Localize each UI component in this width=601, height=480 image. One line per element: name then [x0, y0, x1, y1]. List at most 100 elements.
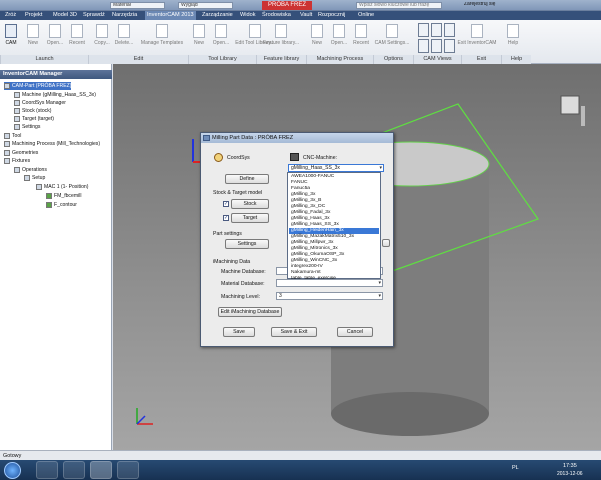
machine-option[interactable]: gMilling_3x: [289, 192, 379, 198]
clock-date[interactable]: 2013-12-06: [557, 471, 583, 477]
view-icon[interactable]: [444, 39, 455, 53]
tree-item-fm-facemill[interactable]: FM_fbcemill: [46, 192, 81, 200]
menu-zarzadzanie[interactable]: Zarządzanie: [202, 11, 233, 20]
tree-item-fixtures[interactable]: Fixtures: [4, 157, 30, 165]
view-icon[interactable]: [444, 23, 455, 37]
tree-item-setup[interactable]: Setup: [24, 174, 45, 182]
mp-open-button[interactable]: Open...: [328, 24, 350, 46]
nav-bar[interactable]: [581, 106, 585, 126]
taskbar-browser-icon[interactable]: [117, 461, 139, 479]
tree-item-operations[interactable]: Operations: [14, 166, 47, 174]
machine-db-label: Machine Database:: [221, 269, 266, 275]
view-icon[interactable]: [431, 39, 442, 53]
new-button[interactable]: New: [22, 24, 44, 46]
view-cube-icon[interactable]: [560, 95, 580, 115]
edit-imachining-database-button[interactable]: Edit iMachining Database: [218, 307, 282, 317]
menu-rozpocznij[interactable]: Rozpocznij: [318, 11, 345, 20]
machine-extra-button[interactable]: [382, 239, 390, 247]
machine-option-highlighted[interactable]: gMilling_HeidenHain_3x: [289, 228, 379, 234]
tree-item-machine[interactable]: Machine (gMilling_Haas_SS_3x): [14, 91, 96, 99]
target-checkbox[interactable]: ✓: [223, 215, 229, 221]
settings-button[interactable]: Settings: [225, 239, 269, 249]
taskbar-explorer-icon[interactable]: [36, 461, 58, 479]
menu-vault[interactable]: Vault: [300, 11, 312, 20]
view-icon[interactable]: [431, 23, 442, 37]
save-button[interactable]: Save: [223, 327, 255, 337]
cnc-machine-label: CNC-Machine:: [303, 155, 338, 161]
tree-item-cam-part[interactable]: CAM-Part (PRÓBA FREZ): [4, 82, 72, 90]
menu-online[interactable]: Online: [358, 11, 374, 20]
machine-option[interactable]: gMilling_MazakMatrix510_3x: [289, 234, 379, 240]
menu-narzedzia[interactable]: Narzędzia: [112, 11, 137, 20]
mac-icon: [36, 183, 42, 190]
menu-model3d[interactable]: Model 3D: [53, 11, 77, 20]
clock-time[interactable]: 17:35: [563, 463, 577, 469]
material-field[interactable]: Materiał: [110, 2, 165, 9]
open-button[interactable]: Open...: [44, 24, 66, 46]
view-icon[interactable]: [418, 39, 429, 53]
target-button[interactable]: Target: [231, 213, 269, 223]
tree-item-f-contour[interactable]: F_contour: [46, 201, 77, 209]
machine-option[interactable]: gMilling_Mitronics_3x: [289, 246, 379, 252]
tree-item-coordsys[interactable]: CoordSys Manager: [14, 99, 66, 107]
stock-checkbox[interactable]: ✓: [223, 201, 229, 207]
machining-level-select[interactable]: 3: [276, 292, 383, 300]
machine-option[interactable]: FANUC: [289, 180, 379, 186]
machine-option[interactable]: table_table_exercise: [289, 276, 379, 279]
copy-button[interactable]: Copy...: [91, 24, 113, 46]
tree-item-stock[interactable]: Stock (stock): [14, 107, 51, 115]
machine-option[interactable]: gMilling_3x_B: [289, 198, 379, 204]
menu-projekt[interactable]: Projekt: [25, 11, 42, 20]
define-button[interactable]: Define: [225, 174, 269, 184]
start-button[interactable]: [4, 462, 21, 479]
taskbar-media-icon[interactable]: [63, 461, 85, 479]
tree-item-settings[interactable]: Settings: [14, 123, 40, 131]
menu-widok[interactable]: Widok: [240, 11, 256, 20]
exit-inventorcam-button[interactable]: Exit InventorCAM: [455, 24, 499, 46]
menu-sprawdz[interactable]: Sprawdź: [83, 11, 105, 20]
language-indicator[interactable]: PL: [512, 465, 519, 471]
save-exit-button[interactable]: Save & Exit: [271, 327, 317, 337]
machine-option[interactable]: Fanuc5a: [289, 186, 379, 192]
machine-option[interactable]: integrex200-IV: [289, 264, 379, 270]
cam-button[interactable]: CAM: [0, 24, 22, 46]
delete-button[interactable]: Delete...: [113, 24, 135, 46]
machine-option[interactable]: gMilling_Fadal_3x: [289, 210, 379, 216]
machine-option[interactable]: gMilling_3x_DC: [289, 204, 379, 210]
tree-item-machining-process[interactable]: Machining Process (Mill_Technologies): [4, 140, 100, 148]
tool-new-button[interactable]: New: [188, 24, 210, 46]
taskbar-inventor-icon[interactable]: [90, 461, 112, 479]
tree-item-tool[interactable]: Tool: [4, 132, 21, 140]
recent-button[interactable]: Recent: [66, 24, 88, 46]
machine-option[interactable]: gMilling_Millpwr_3x: [289, 240, 379, 246]
menu-zroz[interactable]: Zróż: [5, 11, 16, 20]
cancel-button[interactable]: Cancel: [337, 327, 373, 337]
machine-option[interactable]: gMilling_Haas_3x: [289, 216, 379, 222]
search-input[interactable]: Wpisz słowo kluczowe lub frazę: [356, 2, 442, 9]
manage-templates-label: Manage Templates: [140, 40, 184, 46]
view-icon[interactable]: [418, 23, 429, 37]
menu-srodowiska[interactable]: Środowiska: [262, 11, 291, 20]
tree-item-target[interactable]: Target (target): [14, 115, 54, 123]
tree-item-geometries[interactable]: Geometries: [4, 149, 38, 157]
material-db-select[interactable]: [276, 279, 383, 287]
help-button[interactable]: Help: [502, 24, 524, 46]
open-button-label: Open...: [46, 40, 64, 46]
mp-new-button[interactable]: New: [306, 24, 328, 46]
machine-option[interactable]: gMilling_OkumaOSP_3x: [289, 252, 379, 258]
stock-button[interactable]: Stock: [231, 199, 269, 209]
feature-library-button[interactable]: Feature library...: [256, 24, 306, 46]
mp-recent-button[interactable]: Recent: [350, 24, 372, 46]
machine-option[interactable]: AWEA1000-FANUC: [289, 174, 379, 180]
appearance-field[interactable]: Wygląd: [178, 2, 233, 9]
machine-option[interactable]: gMilling_WinCNC_3x: [289, 258, 379, 264]
cam-settings-button[interactable]: CAM Settings...: [373, 24, 411, 46]
manage-templates-button[interactable]: Manage Templates: [137, 24, 187, 46]
menu-inventorcam[interactable]: InventorCAM 2013: [145, 11, 196, 20]
signin-link[interactable]: Zarejestruj się: [462, 2, 514, 9]
tree-item-mac1[interactable]: MAC 1 (1- Position): [36, 183, 88, 191]
tool-open-button[interactable]: Open...: [210, 24, 232, 46]
cnc-machine-select[interactable]: gMilling_Haas_SS_3x: [288, 164, 384, 172]
machine-option[interactable]: gMilling_Haas_SS_3x: [289, 222, 379, 228]
machine-option[interactable]: Nakamura-mt: [289, 270, 379, 276]
